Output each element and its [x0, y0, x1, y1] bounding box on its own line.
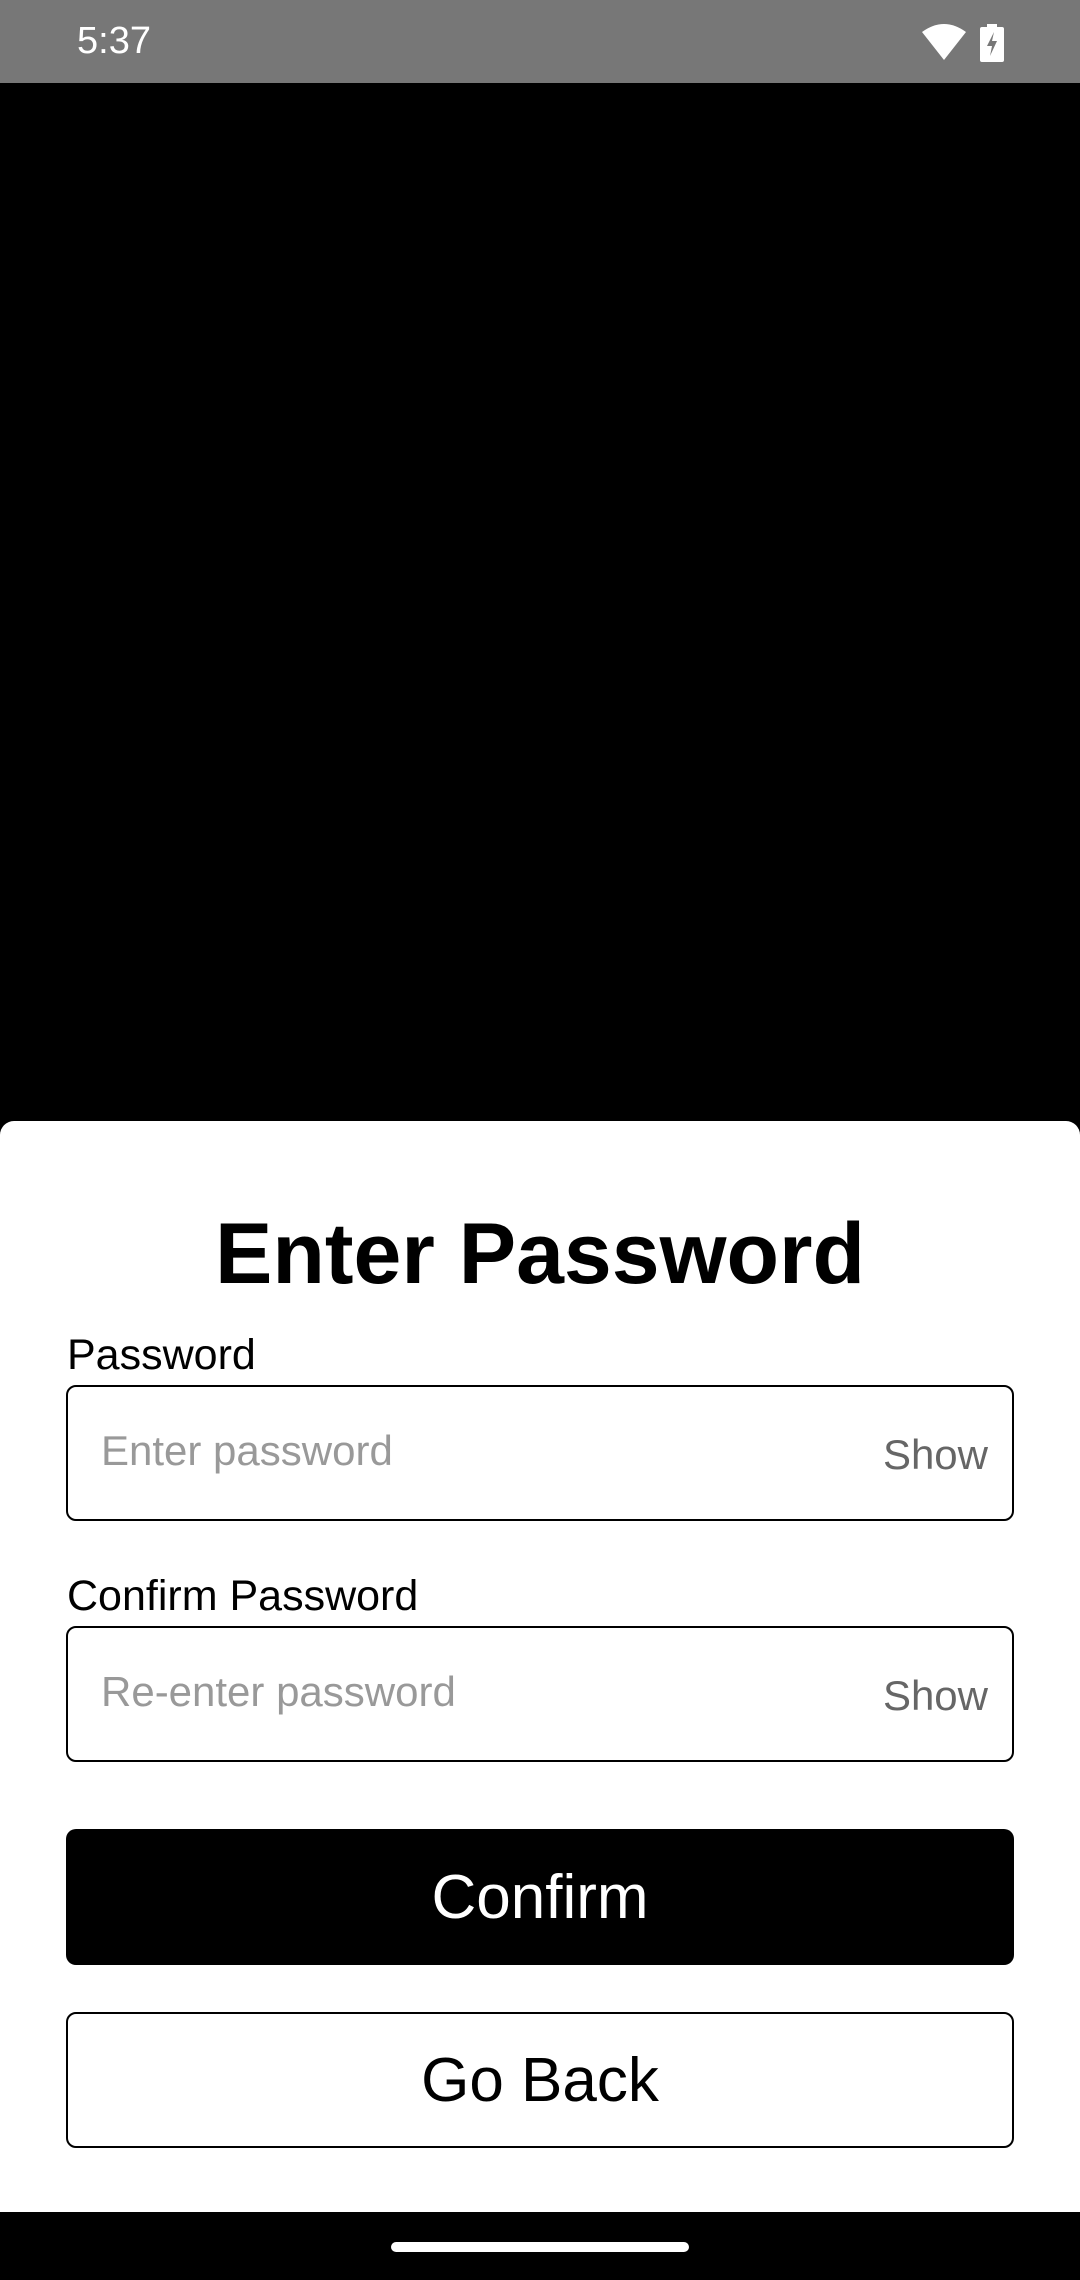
backdrop[interactable] [0, 83, 1080, 1121]
confirm-password-placeholder: Re-enter password [101, 1668, 456, 1715]
dialog-title: Enter Password [215, 1206, 865, 1302]
password-input[interactable]: Enter password Show [66, 1385, 1014, 1521]
battery-charging-icon [980, 24, 1004, 62]
home-gesture-handle[interactable] [391, 2242, 689, 2252]
password-label: Password [67, 1331, 256, 1379]
status-time: 5:37 [77, 20, 151, 62]
go-back-button[interactable]: Go Back [66, 2012, 1014, 2148]
confirm-password-show-toggle[interactable]: Show [883, 1672, 988, 1720]
wifi-icon [922, 24, 966, 60]
navigation-bar [0, 2212, 1080, 2280]
password-show-toggle[interactable]: Show [883, 1431, 988, 1479]
status-bar: 5:37 [0, 0, 1080, 83]
confirm-button[interactable]: Confirm [66, 1829, 1014, 1965]
password-placeholder: Enter password [101, 1427, 393, 1474]
password-bottom-sheet: Enter Password Password Enter password S… [0, 1121, 1080, 2212]
confirm-password-input[interactable]: Re-enter password Show [66, 1626, 1014, 1762]
confirm-password-label: Confirm Password [67, 1572, 419, 1620]
